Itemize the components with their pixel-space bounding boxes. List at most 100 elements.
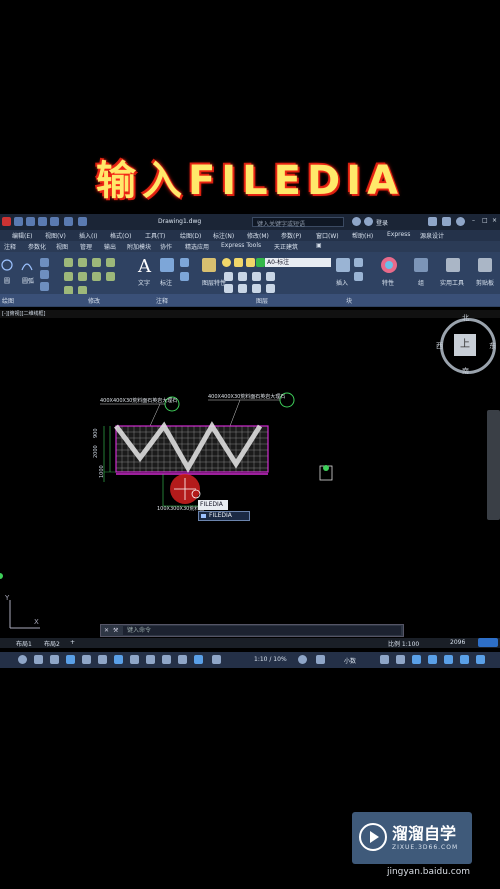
arc-tool-icon[interactable]	[20, 258, 34, 272]
layer-tool-icon-3[interactable]	[252, 272, 261, 281]
block-edit-icon[interactable]	[354, 272, 363, 281]
properties-icon[interactable]	[380, 256, 398, 274]
viewport-label[interactable]: [-][俯视][二维线框]	[2, 310, 46, 317]
menu-dimension[interactable]: 标注(N)	[213, 231, 234, 240]
compass-south[interactable]: 南	[462, 366, 469, 376]
layer-tool-icon-2[interactable]	[238, 272, 247, 281]
layer-tool-icon-7[interactable]	[252, 284, 261, 293]
panel-draw-label[interactable]: 绘图	[2, 296, 14, 305]
command-tooltip-input[interactable]: FILEDIA	[198, 500, 228, 510]
fillet-icon[interactable]	[78, 272, 87, 281]
menu-window[interactable]: 窗口(W)	[316, 231, 339, 240]
block-create-icon[interactable]	[354, 258, 363, 267]
compass-east[interactable]: 东	[489, 341, 496, 351]
circle-tool-icon[interactable]	[0, 258, 14, 272]
close-icon[interactable]: ×	[492, 217, 497, 224]
status-tool-icon-2[interactable]	[476, 655, 485, 664]
search-icon[interactable]	[352, 217, 361, 226]
viewcube-top[interactable]: 上	[454, 334, 476, 356]
layer-tool-icon-1[interactable]	[224, 272, 233, 281]
maximize-icon[interactable]: □	[482, 217, 488, 224]
annotation-visibility-icon[interactable]	[194, 655, 203, 664]
tab-layout2[interactable]: 布局2	[44, 639, 60, 648]
move-icon[interactable]	[64, 258, 73, 267]
add-icon[interactable]	[316, 655, 325, 664]
customize-icon[interactable]	[444, 655, 453, 664]
undo-icon[interactable]	[64, 217, 73, 226]
open-file-icon[interactable]	[26, 217, 35, 226]
tab-express-tools[interactable]: Express Tools	[221, 242, 261, 249]
menu-format[interactable]: 格式(O)	[110, 231, 131, 240]
menu-help[interactable]: 帮助(H)	[352, 231, 373, 240]
grid-mode-icon[interactable]	[34, 655, 43, 664]
status-tool-icon-1[interactable]	[460, 655, 469, 664]
dyn-ucs-icon[interactable]	[178, 655, 187, 664]
annotation-scale-readout[interactable]: 1:10 / 10%	[254, 656, 287, 663]
units-dropdown[interactable]: 小数	[344, 656, 356, 665]
clipboard-icon[interactable]	[478, 258, 492, 272]
polar-mode-icon[interactable]	[66, 655, 75, 664]
help-icon[interactable]	[456, 217, 465, 226]
minimize-icon[interactable]: –	[472, 217, 475, 224]
tab-layout1[interactable]: 布局1	[16, 639, 32, 648]
search-box[interactable]: 键入关键字或短语	[252, 217, 344, 228]
utilities-icon[interactable]	[446, 258, 460, 272]
navigation-bar[interactable]	[487, 410, 500, 520]
redo-icon[interactable]	[78, 217, 87, 226]
tab-output[interactable]: 输出	[104, 242, 116, 251]
ellipse-tool-icon[interactable]	[40, 270, 49, 279]
panel-block-label[interactable]: 块	[346, 296, 352, 305]
ribbon-toggle-icon[interactable]: ▣	[316, 242, 322, 249]
copy-icon[interactable]	[106, 258, 115, 267]
network-icon[interactable]	[442, 217, 451, 226]
layer-tool-icon-6[interactable]	[238, 284, 247, 293]
app-logo-icon[interactable]	[2, 217, 11, 226]
dimension-tool-icon[interactable]	[160, 258, 174, 272]
line-tool-icon[interactable]	[40, 258, 49, 267]
clean-screen-icon[interactable]	[428, 655, 437, 664]
layer-tool-icon-4[interactable]	[266, 272, 275, 281]
isolate-icon[interactable]	[396, 655, 405, 664]
layer-tool-icon-8[interactable]	[266, 284, 275, 293]
text-tool-icon[interactable]: A	[138, 256, 151, 277]
quick-props-icon[interactable]	[380, 655, 389, 664]
group-icon[interactable]	[414, 258, 428, 272]
menu-draw[interactable]: 绘图(D)	[180, 231, 201, 240]
trim-icon[interactable]	[92, 258, 101, 267]
panel-annotation-label[interactable]: 注释	[156, 296, 168, 305]
panel-modify-label[interactable]: 修改	[88, 296, 100, 305]
3d-osnap-icon[interactable]	[162, 655, 171, 664]
layer-dropdown[interactable]: A0-标注	[265, 258, 331, 267]
annotation-scale-icon[interactable]	[212, 655, 221, 664]
ortho-mode-icon[interactable]	[50, 655, 59, 664]
osnap-icon[interactable]	[82, 655, 91, 664]
mirror-icon[interactable]	[64, 272, 73, 281]
layer-sun-icon[interactable]	[234, 258, 243, 267]
save-icon[interactable]	[38, 217, 47, 226]
scale-readout[interactable]: 比例 1:100	[388, 639, 419, 648]
tab-tangent[interactable]: 天正建筑	[274, 242, 298, 251]
table-icon[interactable]	[180, 272, 189, 281]
layer-bulb-icon[interactable]	[222, 258, 231, 267]
tab-collaborate[interactable]: 协作	[160, 242, 172, 251]
selection-cycle-icon[interactable]	[146, 655, 155, 664]
tab-parametric[interactable]: 参数化	[28, 242, 46, 251]
menu-view[interactable]: 视图(V)	[45, 231, 66, 240]
otrack-icon[interactable]	[98, 655, 107, 664]
workspace-gear-icon[interactable]	[298, 655, 307, 664]
menu-parametric[interactable]: 参数(P)	[281, 231, 301, 240]
tab-featured-apps[interactable]: 精选应用	[185, 242, 209, 251]
menu-insert[interactable]: 插入(I)	[79, 231, 97, 240]
print-icon[interactable]	[50, 217, 59, 226]
tab-view[interactable]: 视图	[56, 242, 68, 251]
drawing-canvas[interactable]: 900 2000 1000 400X400X30荒料面石英岩大理石 400X40…	[0, 318, 500, 638]
tab-addins[interactable]: 附加模块	[127, 242, 151, 251]
scale-icon[interactable]	[106, 272, 115, 281]
command-input[interactable]: 键入命令	[123, 626, 401, 635]
menu-yuanquan[interactable]: 源泉设计	[420, 231, 444, 240]
stretch-icon[interactable]	[92, 272, 101, 281]
transparency-icon[interactable]	[130, 655, 139, 664]
user-icon[interactable]	[364, 217, 373, 226]
login-button[interactable]: 登录	[376, 218, 388, 227]
compass-west[interactable]: 西	[436, 341, 443, 351]
